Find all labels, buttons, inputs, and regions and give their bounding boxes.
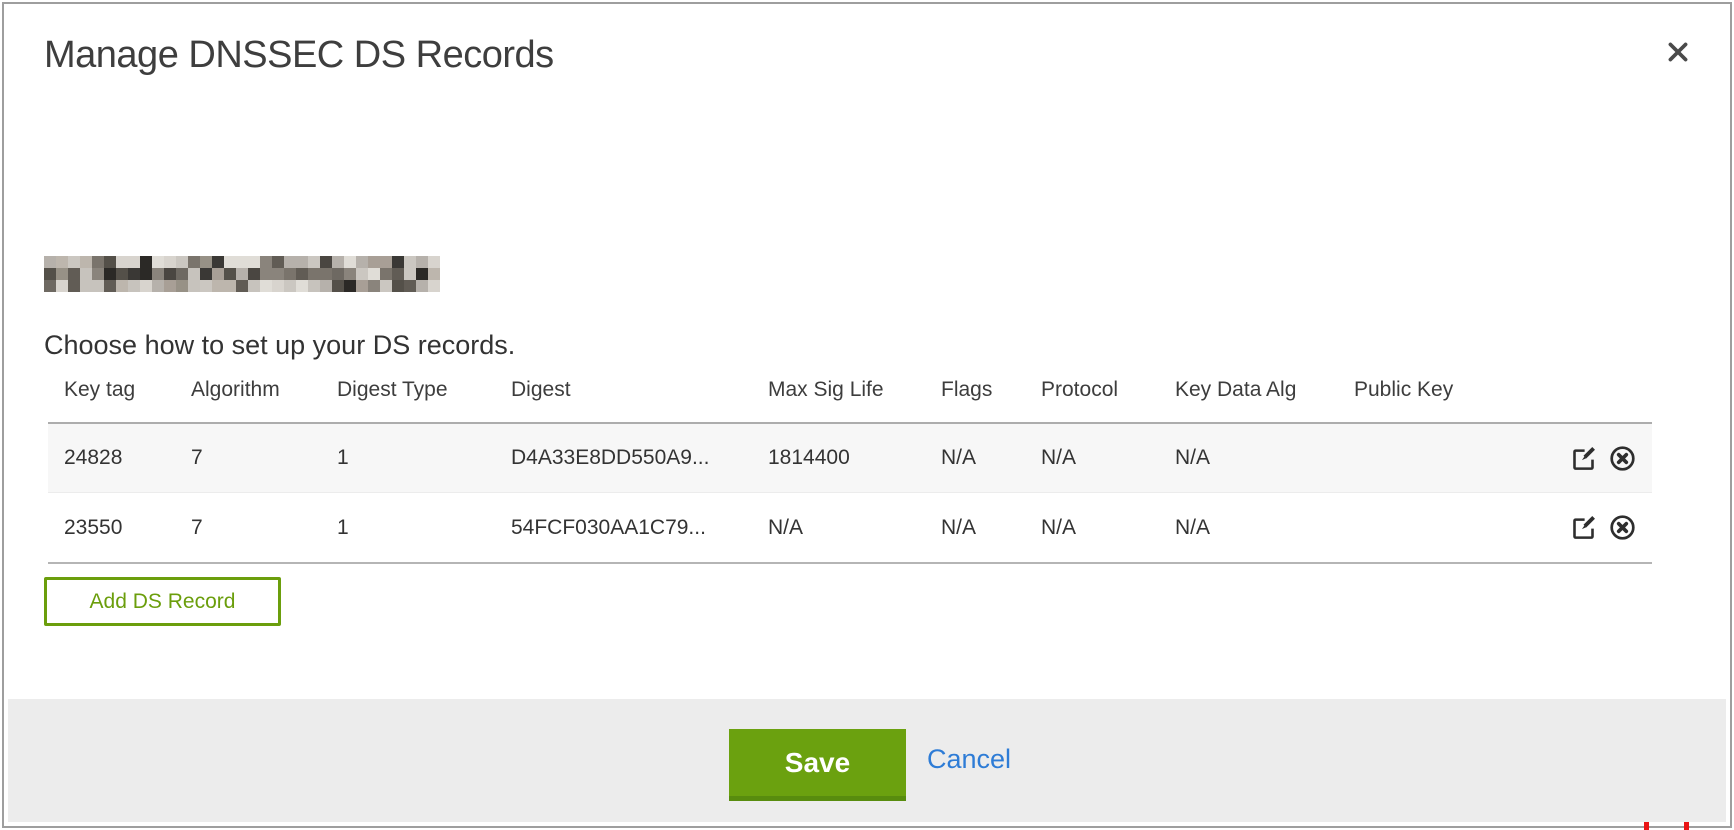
cell-digest-type: 1	[337, 446, 511, 470]
table-body: 2482871D4A33E8DD550A9...1814400N/AN/AN/A…	[48, 422, 1652, 564]
delete-record-button[interactable]	[1609, 445, 1636, 472]
cell-flags: N/A	[941, 446, 1041, 470]
cell-key-tag: 24828	[48, 446, 191, 470]
cell-max-sig-life: N/A	[768, 516, 941, 540]
close-icon	[1665, 39, 1691, 65]
delete-icon	[1609, 514, 1636, 541]
column-header-max-sig-life: Max Sig Life	[768, 378, 941, 402]
dialog-footer: Save Cancel	[8, 699, 1726, 822]
edit-record-button[interactable]	[1570, 514, 1597, 541]
cell-key-data-alg: N/A	[1175, 516, 1354, 540]
cell-protocol: N/A	[1041, 516, 1175, 540]
dialog: Manage DNSSEC DS Records Choose how to s…	[2, 2, 1732, 828]
add-ds-record-button[interactable]: Add DS Record	[44, 577, 281, 626]
cell-flags: N/A	[941, 516, 1041, 540]
row-actions	[1564, 514, 1652, 541]
column-header-key-data-alg: Key Data Alg	[1175, 378, 1354, 402]
edit-record-button[interactable]	[1570, 445, 1597, 472]
edit-icon	[1570, 445, 1597, 472]
setup-instructions: Choose how to set up your DS records.	[44, 330, 515, 361]
save-button[interactable]: Save	[729, 729, 906, 801]
cell-algorithm: 7	[191, 516, 337, 540]
column-header-key-tag: Key tag	[48, 378, 191, 402]
cell-max-sig-life: 1814400	[768, 446, 941, 470]
cell-algorithm: 7	[191, 446, 337, 470]
cell-digest-type: 1	[337, 516, 511, 540]
ds-records-table: Key tagAlgorithmDigest TypeDigestMax Sig…	[48, 376, 1652, 564]
row-actions	[1564, 445, 1652, 472]
cell-key-tag: 23550	[48, 516, 191, 540]
column-header-digest-type: Digest Type	[337, 378, 511, 402]
cell-key-data-alg: N/A	[1175, 446, 1354, 470]
table-row: 2482871D4A33E8DD550A9...1814400N/AN/AN/A	[48, 424, 1652, 493]
column-header-digest: Digest	[511, 378, 768, 402]
dialog-title: Manage DNSSEC DS Records	[44, 34, 554, 77]
edit-icon	[1570, 514, 1597, 541]
table-header-row: Key tagAlgorithmDigest TypeDigestMax Sig…	[48, 376, 1652, 422]
column-header-protocol: Protocol	[1041, 378, 1175, 402]
cell-digest: D4A33E8DD550A9...	[511, 446, 768, 470]
column-header-flags: Flags	[941, 378, 1041, 402]
delete-record-button[interactable]	[1609, 514, 1636, 541]
column-header-algorithm: Algorithm	[191, 378, 337, 402]
column-header-public-key: Public Key	[1354, 378, 1564, 402]
delete-icon	[1609, 445, 1636, 472]
redacted-domain	[44, 256, 440, 292]
close-button[interactable]	[1658, 32, 1698, 72]
cell-protocol: N/A	[1041, 446, 1175, 470]
cancel-link[interactable]: Cancel	[927, 744, 1011, 775]
cell-digest: 54FCF030AA1C79...	[511, 516, 768, 540]
table-row: 235507154FCF030AA1C79...N/AN/AN/AN/A	[48, 493, 1652, 562]
